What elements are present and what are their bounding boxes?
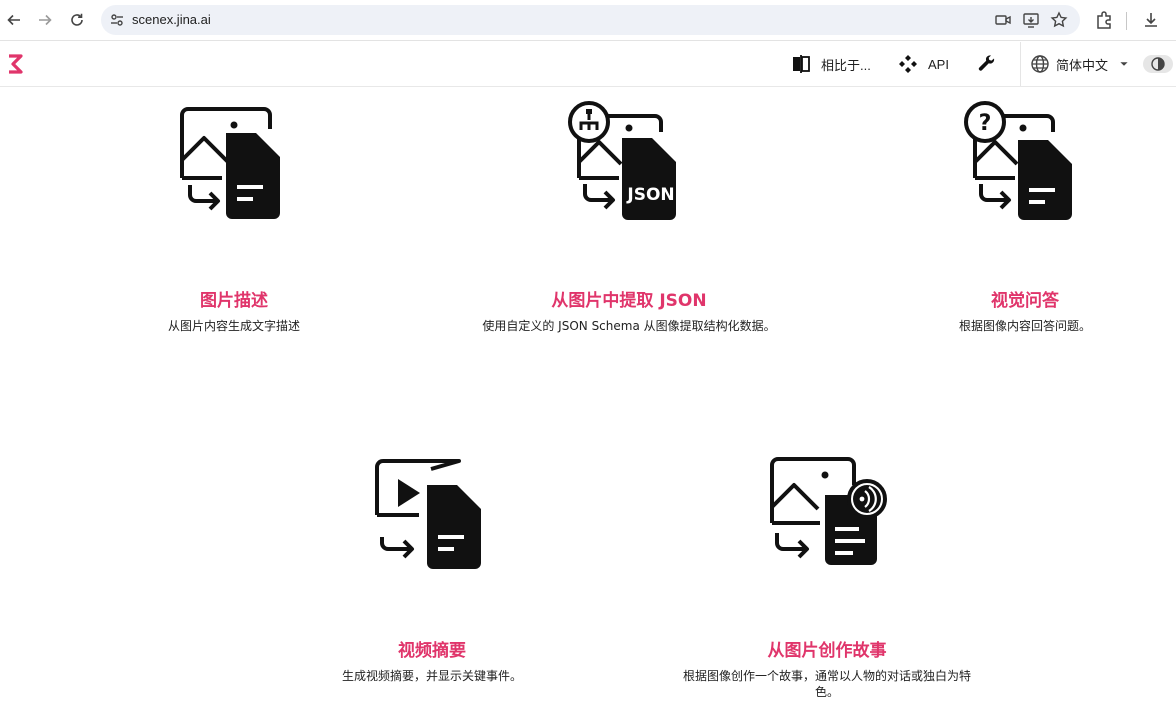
feature-card-image-caption[interactable]: 图片描述 从图片内容生成文字描述 bbox=[134, 100, 334, 340]
feature-card-visual-qa[interactable]: ? 视觉问答 根据图像内容回答问题。 bbox=[925, 100, 1125, 340]
language-label: 简体中文 bbox=[1056, 57, 1109, 73]
feature-description: 根据图像创作一个故事，通常以人物的对话或独白为特色。 bbox=[682, 669, 971, 699]
feature-description: 使用自定义的 JSON Schema 从图像提取结构化数据。 bbox=[482, 319, 776, 333]
feature-title: 从图片中提取 JSON bbox=[551, 291, 707, 311]
feature-description: 根据图像内容回答问题。 bbox=[958, 319, 1091, 333]
language-select[interactable]: 简体中文 bbox=[1030, 42, 1130, 86]
feature-description: 从图片内容生成文字描述 bbox=[167, 319, 300, 333]
api-label: API bbox=[928, 56, 949, 72]
feature-title: 视觉问答 bbox=[991, 291, 1059, 311]
compare-icon bbox=[793, 55, 810, 73]
scenex-logo-icon[interactable] bbox=[7, 53, 25, 75]
feature-title: 图片描述 bbox=[200, 291, 268, 311]
visual-qa-icon: ? bbox=[964, 101, 1072, 220]
image-to-json-icon: JSON bbox=[568, 101, 676, 220]
api-icon bbox=[899, 55, 917, 73]
contrast-icon bbox=[1151, 57, 1165, 71]
feature-card-image-story[interactable]: 从图片创作故事 根据图像创作一个故事，通常以人物的对话或独白为特色。 bbox=[677, 450, 977, 710]
back-button[interactable] bbox=[3, 9, 25, 31]
svg-text:?: ? bbox=[979, 111, 992, 136]
arrow-right-icon bbox=[39, 14, 52, 26]
forward-button[interactable] bbox=[34, 9, 56, 31]
image-to-story-icon bbox=[770, 457, 887, 565]
address-bar[interactable]: scenex.jina.ai bbox=[101, 5, 1080, 35]
reload-icon bbox=[71, 13, 83, 26]
install-app-icon[interactable] bbox=[1022, 11, 1040, 29]
site-settings-icon[interactable] bbox=[109, 12, 125, 28]
site-header: 相比于... API 简体中文 bbox=[0, 42, 1176, 87]
tools-button[interactable] bbox=[977, 42, 997, 86]
header-divider bbox=[1020, 42, 1021, 86]
compare-label: 相比于... bbox=[821, 57, 871, 73]
feature-card-json-extraction[interactable]: JSON 从图片中提取 JSON 使用自定义的 JSON Schema 从图像提… bbox=[469, 100, 789, 340]
toolbar-divider bbox=[1126, 12, 1127, 30]
video-summary-icon bbox=[375, 459, 481, 569]
globe-icon bbox=[1031, 55, 1049, 73]
extensions-icon[interactable] bbox=[1094, 10, 1114, 30]
url-text[interactable]: scenex.jina.ai bbox=[132, 12, 211, 27]
api-menu[interactable]: API bbox=[898, 42, 949, 86]
feature-description: 生成视频摘要，并显示关键事件。 bbox=[341, 669, 522, 683]
bookmark-star-icon[interactable] bbox=[1050, 11, 1068, 29]
browser-toolbar: scenex.jina.ai bbox=[0, 0, 1176, 41]
compare-menu[interactable]: 相比于... bbox=[791, 42, 871, 86]
download-icon[interactable] bbox=[1141, 10, 1161, 30]
reload-button[interactable] bbox=[66, 9, 88, 31]
caret-down-icon bbox=[1120, 62, 1128, 66]
wrench-icon bbox=[978, 55, 995, 71]
json-badge: JSON bbox=[626, 185, 674, 205]
arrow-left-icon bbox=[7, 14, 20, 26]
theme-toggle[interactable] bbox=[1143, 55, 1173, 73]
camera-icon[interactable] bbox=[994, 11, 1012, 29]
feature-title: 从图片创作故事 bbox=[767, 641, 887, 661]
feature-title: 视频摘要 bbox=[398, 641, 466, 661]
image-to-text-icon bbox=[180, 107, 280, 219]
feature-card-video-summary[interactable]: 视频摘要 生成视频摘要，并显示关键事件。 bbox=[332, 450, 532, 690]
